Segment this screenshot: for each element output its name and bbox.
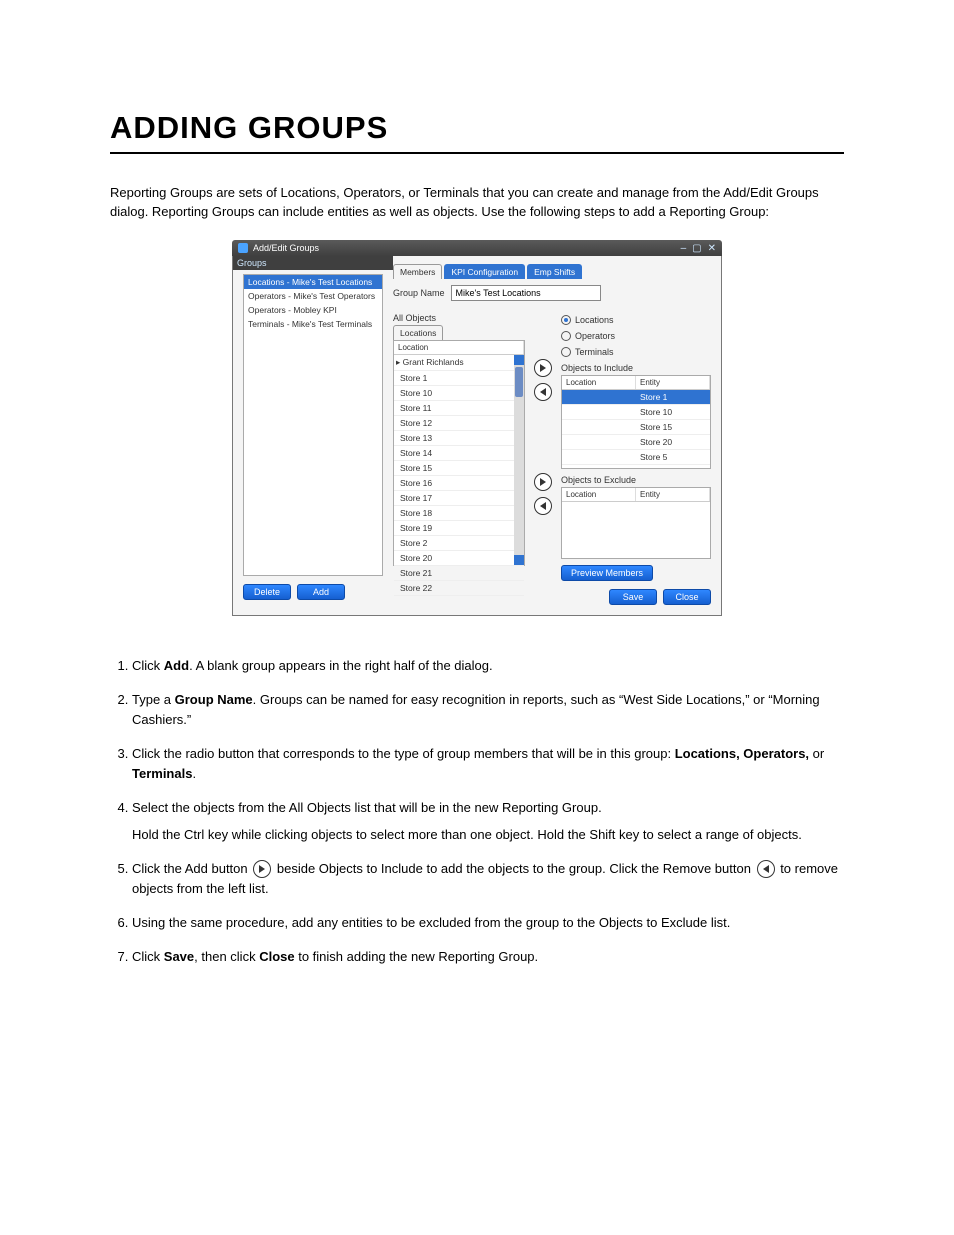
radio-terminals[interactable]: Terminals (561, 347, 641, 357)
remove-arrow-icon (757, 860, 775, 878)
include-row[interactable]: Store 20 (562, 435, 710, 450)
group-name-label: Group Name (393, 288, 445, 298)
include-row[interactable]: Store 5 (562, 450, 710, 465)
title-rule (110, 152, 844, 154)
list-item[interactable]: Store 21 (394, 566, 524, 581)
minimize-icon[interactable]: – (681, 243, 687, 254)
page-title: ADDING GROUPS (110, 110, 844, 146)
step-1: Click Add. A blank group appears in the … (132, 656, 844, 676)
preview-members-button[interactable]: Preview Members (561, 565, 653, 581)
tab-members[interactable]: Members (393, 264, 442, 279)
intro-text: Reporting Groups are sets of Locations, … (110, 184, 844, 222)
objects-include-label: Objects to Include (561, 363, 711, 373)
scrollbar[interactable] (514, 355, 524, 565)
list-item[interactable]: Store 16 (394, 476, 524, 491)
include-row[interactable]: Store 1 (562, 390, 710, 405)
close-button[interactable]: Close (663, 589, 711, 605)
objects-exclude-list[interactable]: LocationEntity (561, 487, 711, 559)
app-icon (238, 243, 248, 253)
list-item[interactable]: Grant Richlands (403, 357, 464, 367)
list-item[interactable]: Store 18 (394, 506, 524, 521)
step-6: Using the same procedure, add any entiti… (132, 913, 844, 933)
groups-listbox[interactable]: Locations - Mike's Test Locations Operat… (243, 274, 383, 576)
add-to-exclude-button[interactable] (534, 473, 552, 491)
add-arrow-icon (253, 860, 271, 878)
list-item[interactable]: Store 12 (394, 416, 524, 431)
all-objects-list[interactable]: Location ▸ Grant Richlands Store 1 Store… (393, 340, 525, 566)
step-4: Select the objects from the All Objects … (132, 798, 844, 844)
group-item[interactable]: Operators - Mobley KPI (244, 303, 382, 317)
delete-button[interactable]: Delete (243, 584, 291, 600)
dialog-screenshot: Add/Edit Groups – ▢ ✕ Groups Locations -… (232, 240, 722, 616)
col-location: Location (394, 341, 524, 354)
groups-label: Groups (233, 256, 393, 270)
add-button[interactable]: Add (297, 584, 345, 600)
list-item[interactable]: Store 17 (394, 491, 524, 506)
group-item[interactable]: Locations - Mike's Test Locations (244, 275, 382, 289)
dialog-titlebar: Add/Edit Groups – ▢ ✕ (232, 240, 722, 256)
close-icon[interactable]: ✕ (708, 243, 716, 254)
list-item[interactable]: Store 22 (394, 581, 524, 596)
list-item[interactable]: Store 2 (394, 536, 524, 551)
steps-list: Click Add. A blank group appears in the … (110, 656, 844, 968)
list-item[interactable]: Store 11 (394, 401, 524, 416)
radio-operators[interactable]: Operators (561, 331, 641, 341)
add-to-include-button[interactable] (534, 359, 552, 377)
locations-subtab[interactable]: Locations (393, 325, 443, 340)
tab-kpi[interactable]: KPI Configuration (444, 264, 525, 279)
step-3: Click the radio button that corresponds … (132, 744, 844, 784)
group-item[interactable]: Operators - Mike's Test Operators (244, 289, 382, 303)
objects-include-list[interactable]: LocationEntity Store 1 Store 10 Store 15… (561, 375, 711, 469)
dialog-title: Add/Edit Groups (253, 243, 319, 253)
group-item[interactable]: Terminals - Mike's Test Terminals (244, 317, 382, 331)
list-item[interactable]: Store 13 (394, 431, 524, 446)
remove-from-exclude-button[interactable] (534, 497, 552, 515)
save-button[interactable]: Save (609, 589, 657, 605)
group-name-input[interactable] (451, 285, 601, 301)
include-row[interactable]: Store 10 (562, 405, 710, 420)
list-item[interactable]: Store 1 (394, 371, 524, 386)
maximize-icon[interactable]: ▢ (692, 243, 701, 254)
remove-from-include-button[interactable] (534, 383, 552, 401)
include-row[interactable]: Store 15 (562, 420, 710, 435)
all-objects-label: All Objects (393, 313, 525, 323)
step-2: Type a Group Name. Groups can be named f… (132, 690, 844, 730)
objects-exclude-label: Objects to Exclude (561, 475, 711, 485)
step-7: Click Save, then click Close to finish a… (132, 947, 844, 967)
radio-locations[interactable]: Locations (561, 315, 641, 325)
tab-shifts[interactable]: Emp Shifts (527, 264, 582, 279)
list-item[interactable]: Store 14 (394, 446, 524, 461)
list-item[interactable]: Store 20 (394, 551, 524, 566)
list-item[interactable]: Store 15 (394, 461, 524, 476)
list-item[interactable]: Store 19 (394, 521, 524, 536)
list-item[interactable]: Store 10 (394, 386, 524, 401)
step-5: Click the Add button beside Objects to I… (132, 859, 844, 899)
